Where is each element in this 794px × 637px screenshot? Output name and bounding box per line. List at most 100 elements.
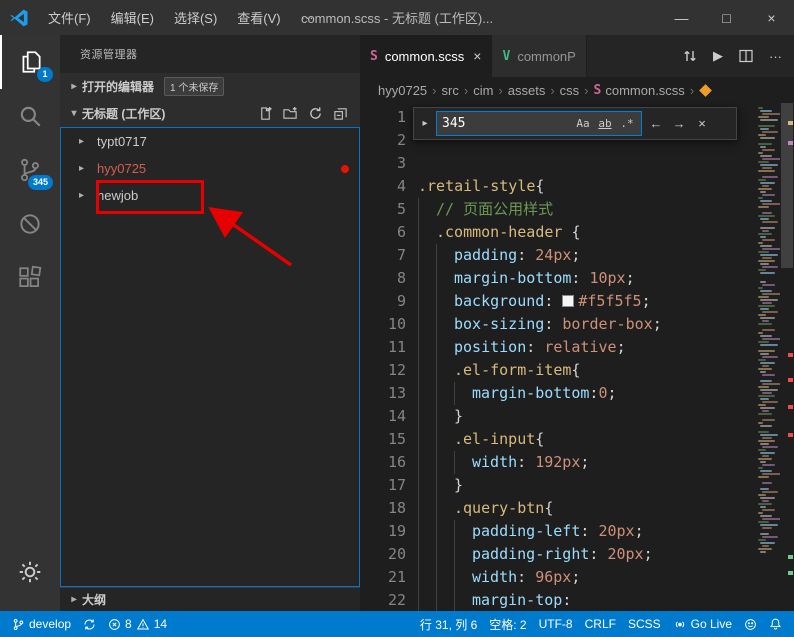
workspace-section[interactable]: ▾ 无标题 (工作区)	[60, 100, 360, 127]
code-token: {	[571, 361, 581, 379]
scrollbar-thumb[interactable]	[781, 103, 793, 268]
menu-edit[interactable]: 编辑(E)	[101, 0, 164, 35]
indent-guide	[454, 382, 472, 405]
code-token: {	[535, 177, 545, 195]
eol-sequence[interactable]: CRLF	[579, 617, 622, 631]
tab-label: commonP	[517, 48, 576, 64]
match-case-icon[interactable]: Aa	[574, 117, 592, 130]
scss-icon: S	[593, 82, 602, 98]
line-number: 3	[396, 154, 406, 172]
collapse-all-icon[interactable]	[333, 106, 348, 121]
code-content[interactable]: 1 2 3 4 .retail-style{5// 页面公用样式 6 .common-hea…	[360, 103, 756, 611]
tab-common-scss[interactable]: S common.scss ×	[360, 35, 493, 77]
code-token: {	[571, 223, 581, 241]
line-content: margin-top:	[418, 589, 571, 611]
file-tree[interactable]: ▸ typt0717 ▸ hyy0725 ▸ newjob	[60, 127, 360, 587]
close-icon[interactable]: ×	[749, 0, 794, 35]
more-actions-icon[interactable]: ···	[769, 49, 782, 64]
code-token: 10px	[589, 269, 626, 287]
code-token: :	[517, 568, 536, 586]
indent-guide	[418, 451, 436, 474]
run-icon[interactable]: ▶	[713, 48, 723, 64]
notifications-bell-icon[interactable]	[763, 617, 788, 631]
find-previous-icon[interactable]: ←	[647, 116, 665, 131]
code-line: 13 margin-bottom:0;	[360, 382, 756, 405]
cursor-position[interactable]: 行 31, 列 6	[414, 616, 483, 633]
go-live-label: Go Live	[690, 617, 732, 631]
whole-word-icon[interactable]: ab	[596, 117, 614, 130]
open-editors-section[interactable]: ▸ 打开的编辑器 1 个未保存	[60, 73, 360, 100]
split-editor-icon[interactable]	[738, 48, 754, 64]
indent-guide	[436, 451, 454, 474]
editor-group: S common.scss × V commonP ▶ ··· hyy0725 ›…	[360, 35, 794, 611]
breadcrumb-item[interactable]: css	[560, 83, 580, 98]
explorer-icon[interactable]: 1	[0, 35, 60, 89]
tree-item-label: hyy0725	[97, 161, 147, 176]
git-branch-item[interactable]: develop	[6, 617, 77, 631]
go-live-item[interactable]: Go Live	[667, 617, 738, 631]
breadcrumb-item[interactable]: hyy0725	[378, 83, 427, 98]
editor-scrollbar[interactable]	[780, 103, 794, 611]
chevron-right-icon: ▸	[79, 136, 85, 147]
refresh-icon[interactable]	[308, 106, 323, 121]
menu-view[interactable]: 查看(V)	[227, 0, 290, 35]
minimize-icon[interactable]: —	[659, 0, 704, 35]
indent-guide	[454, 543, 472, 566]
breadcrumb-item[interactable]: common.scss	[605, 83, 684, 98]
breadcrumb-separator-icon: ›	[584, 82, 589, 98]
breadcrumb-separator-icon: ›	[432, 82, 437, 98]
find-next-icon[interactable]: →	[670, 116, 688, 131]
tab-commonp[interactable]: V commonP	[492, 35, 587, 77]
breadcrumb-item[interactable]: assets	[508, 83, 546, 98]
sync-icon[interactable]	[77, 618, 102, 631]
tab-close-icon[interactable]: ×	[473, 48, 481, 64]
minimap[interactable]	[756, 103, 780, 611]
code-line: 19 padding-left: 20px;	[360, 520, 756, 543]
sync-changes-icon[interactable]	[682, 48, 698, 64]
code-line: 3	[360, 152, 756, 175]
feedback-icon[interactable]	[738, 618, 763, 631]
code-token: 192px	[535, 453, 581, 471]
indent-guide	[436, 474, 454, 497]
extensions-icon[interactable]	[0, 251, 60, 305]
tree-item-typt0717[interactable]: ▸ typt0717	[61, 128, 359, 155]
search-icon[interactable]	[0, 89, 60, 143]
find-input[interactable]: 345 Aa ab .*	[436, 111, 642, 136]
line-number: 8	[396, 269, 406, 287]
settings-gear-icon[interactable]	[0, 545, 60, 599]
overview-ruler-mark	[788, 353, 793, 357]
code-line: 6 .common-header {	[360, 221, 756, 244]
warning-count: 14	[153, 617, 168, 631]
outline-section[interactable]: ▸ 大纲	[60, 587, 360, 611]
code-line: 5 // 页面公用样式	[360, 198, 756, 221]
source-control-icon[interactable]: 345	[0, 143, 60, 197]
tree-item-hyy0725[interactable]: ▸ hyy0725	[61, 155, 359, 182]
indentation[interactable]: 空格: 2	[483, 616, 532, 633]
indent-guide	[436, 589, 454, 611]
code-token: ;	[652, 315, 662, 333]
blocked-circle-icon[interactable]	[0, 197, 60, 251]
breadcrumb-item[interactable]: cim	[473, 83, 493, 98]
menu-selection[interactable]: 选择(S)	[164, 0, 227, 35]
breadcrumb-separator-icon: ›	[498, 82, 503, 98]
problems-item[interactable]: 8 14	[102, 617, 173, 631]
encoding[interactable]: UTF-8	[533, 617, 579, 631]
line-number: 11	[387, 338, 406, 356]
regex-icon[interactable]: .*	[618, 117, 636, 130]
toggle-replace-icon[interactable]: ▸	[419, 118, 431, 129]
language-mode[interactable]: SCSS	[622, 617, 667, 631]
breadcrumb-item[interactable]: src	[442, 83, 459, 98]
code-token: padding-right	[472, 545, 590, 563]
code-token: }	[454, 476, 464, 494]
line-content: .query-btn{	[418, 497, 553, 520]
code-token: }	[454, 407, 464, 425]
menu-file[interactable]: 文件(F)	[38, 0, 101, 35]
unsaved-badge: 1 个未保存	[164, 77, 225, 96]
find-close-icon[interactable]: ×	[693, 116, 711, 131]
code-token: :	[517, 246, 536, 264]
tree-item-newjob[interactable]: ▸ newjob	[61, 182, 359, 209]
indent-guide	[418, 405, 436, 428]
new-folder-icon[interactable]	[283, 106, 298, 121]
maximize-icon[interactable]: □	[704, 0, 749, 35]
new-file-icon[interactable]	[258, 106, 273, 121]
